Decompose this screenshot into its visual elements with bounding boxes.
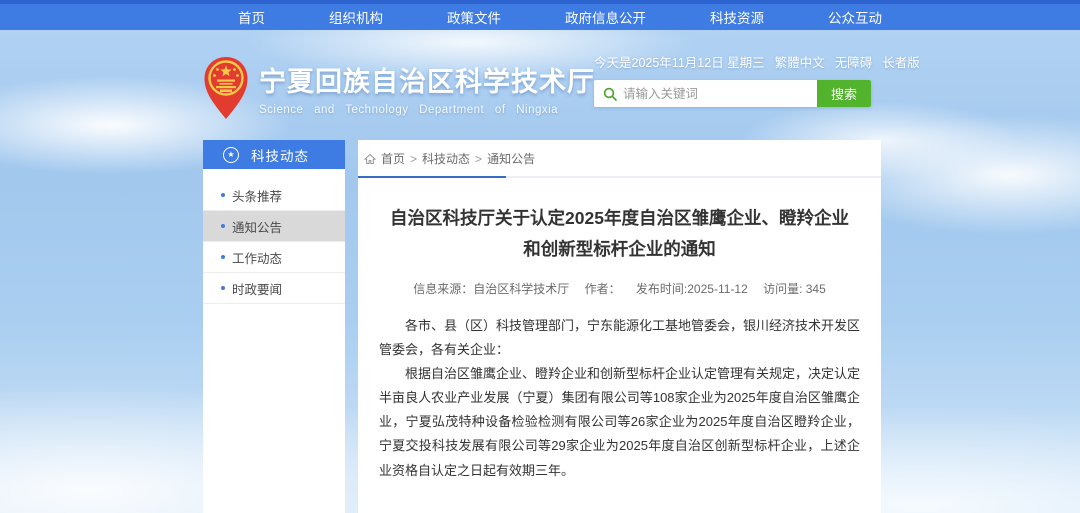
- article-body: 各市、县（区）科技管理部门，宁东能源化工基地管委会，银川经济技术开发区管委会，各…: [358, 314, 881, 482]
- nav-item-home[interactable]: 首页: [238, 7, 265, 27]
- link-traditional-chinese[interactable]: 繁體中文: [775, 52, 825, 71]
- sidebar-header: ★ 科技动态: [203, 140, 345, 169]
- sidebar-item-headlines[interactable]: 头条推荐: [203, 180, 345, 211]
- bullet-dot-icon: [221, 286, 225, 290]
- nav-item-organization[interactable]: 组织机构: [329, 7, 383, 27]
- sidebar-item-current-politics[interactable]: 时政要闻: [203, 273, 345, 304]
- site-subtitle: Science and Technology Department of Nin…: [259, 104, 595, 116]
- star-circle-icon: ★: [223, 147, 239, 163]
- search-button[interactable]: 搜索: [817, 80, 871, 107]
- search-bar: 搜索: [594, 80, 871, 107]
- page: 首页 组织机构 政策文件 政府信息公开 科技资源 公众互动 宁夏回族自治区科学技…: [0, 0, 1080, 513]
- breadcrumb-home[interactable]: 首页: [381, 150, 405, 167]
- breadcrumb-notices[interactable]: 通知公告: [487, 150, 535, 167]
- sidebar: ★ 科技动态 头条推荐 通知公告 工作动态 时政要闻: [203, 140, 345, 513]
- search-icon: [594, 87, 623, 101]
- main-content: 首页 > 科技动态 > 通知公告 自治区科技厅关于认定2025年度自治区雏鹰企业…: [358, 140, 881, 513]
- article-title: 自治区科技厅关于认定2025年度自治区雏鹰企业、瞪羚企业 和创新型标杆企业的通知: [358, 203, 881, 264]
- top-links-row: 今天是2025年11月12日 星期三 繁體中文 无障碍 长者版: [594, 52, 871, 71]
- nav-item-public-interaction[interactable]: 公众互动: [828, 7, 882, 27]
- breadcrumb: 首页 > 科技动态 > 通知公告: [358, 140, 881, 176]
- meta-source: 信息来源：自治区科学技术厅: [413, 282, 569, 296]
- sidebar-item-notices[interactable]: 通知公告: [203, 211, 345, 242]
- breadcrumb-separator: >: [410, 152, 417, 166]
- article-meta: 信息来源：自治区科学技术厅 作者： 发布时间:2025-11-12 访问量: 3…: [358, 280, 881, 297]
- sidebar-item-label: 通知公告: [232, 217, 282, 236]
- sidebar-item-label: 时政要闻: [232, 279, 282, 298]
- site-brand: 宁夏回族自治区科学技术厅 Science and Technology Depa…: [203, 56, 595, 120]
- link-accessibility[interactable]: 无障碍: [835, 52, 873, 71]
- bullet-dot-icon: [221, 224, 225, 228]
- sidebar-title: 科技动态: [251, 145, 309, 165]
- bullet-dot-icon: [221, 255, 225, 259]
- header-right: 今天是2025年11月12日 星期三 繁體中文 无障碍 长者版 搜索: [594, 52, 871, 107]
- breadcrumb-separator: >: [475, 152, 482, 166]
- sidebar-item-work-updates[interactable]: 工作动态: [203, 242, 345, 273]
- search-input[interactable]: [623, 87, 817, 101]
- sidebar-menu: 头条推荐 通知公告 工作动态 时政要闻: [203, 169, 345, 304]
- meta-publish-time: 发布时间:2025-11-12: [636, 282, 748, 296]
- article-paragraph: 各市、县（区）科技管理部门，宁东能源化工基地管委会，银川经济技术开发区管委会，各…: [379, 314, 860, 362]
- national-emblem-logo: [203, 56, 249, 120]
- sidebar-item-label: 工作动态: [232, 248, 282, 267]
- nav-item-gov-info[interactable]: 政府信息公开: [565, 7, 646, 27]
- nav-item-policy[interactable]: 政策文件: [447, 7, 501, 27]
- breadcrumb-sci-news[interactable]: 科技动态: [422, 150, 470, 167]
- main-nav: 首页 组织机构 政策文件 政府信息公开 科技资源 公众互动: [0, 4, 1080, 30]
- article-paragraph: 根据自治区雏鹰企业、瞪羚企业和创新型标杆企业认定管理有关规定，决定认定半亩良人农…: [379, 362, 860, 482]
- current-date-text: 今天是2025年11月12日 星期三: [594, 52, 765, 71]
- nav-item-sci-resources[interactable]: 科技资源: [710, 7, 764, 27]
- bullet-dot-icon: [221, 193, 225, 197]
- sidebar-item-label: 头条推荐: [232, 186, 282, 205]
- meta-views: 访问量: 345: [763, 282, 826, 296]
- meta-author: 作者：: [585, 282, 621, 296]
- article-title-line1: 自治区科技厅关于认定2025年度自治区雏鹰企业、瞪羚企业: [386, 203, 853, 234]
- link-elderly-version[interactable]: 长者版: [882, 52, 920, 71]
- home-icon: [364, 153, 376, 165]
- breadcrumb-divider: [358, 176, 881, 178]
- article-title-line2: 和创新型标杆企业的通知: [386, 234, 853, 265]
- site-title: 宁夏回族自治区科学技术厅: [259, 60, 595, 99]
